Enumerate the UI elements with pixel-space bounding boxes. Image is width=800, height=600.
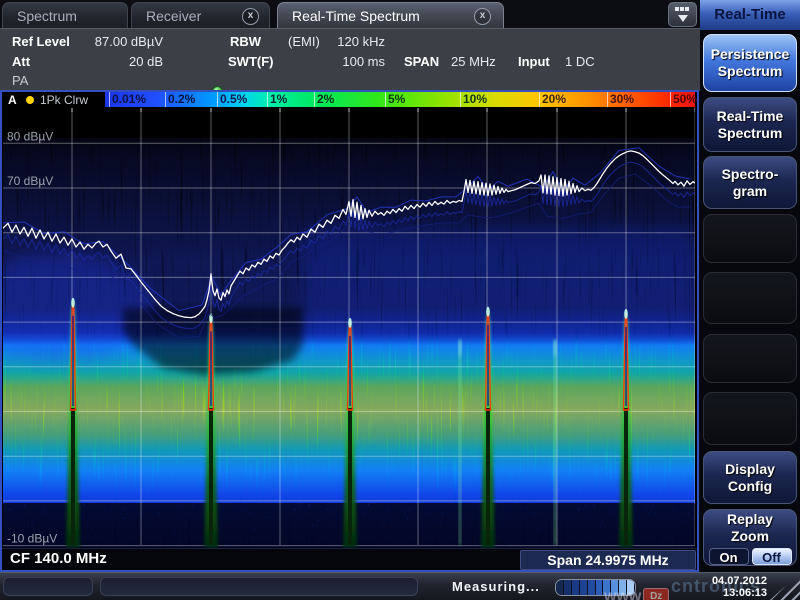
scale-tick xyxy=(385,92,386,107)
softkey-sidebar: Real-Time Persistence Spectrum Real-Time… xyxy=(700,0,800,572)
softkey-empty-4 xyxy=(703,392,797,445)
watermark-logo-icon: Dz xyxy=(643,588,669,600)
trace-color-dot xyxy=(26,96,34,104)
softkey-real-time-spectrum[interactable]: Real-Time Spectrum xyxy=(703,97,797,152)
svg-text:-10 dBµV: -10 dBµV xyxy=(7,532,57,546)
scale-tick xyxy=(109,92,110,107)
input-value[interactable]: 1 DC xyxy=(565,54,595,69)
input-label: Input xyxy=(518,54,550,69)
close-icon[interactable]: x xyxy=(242,8,259,25)
att-label: Att xyxy=(12,54,30,69)
tab-list-icon xyxy=(675,7,689,11)
transducer-indicator: PA xyxy=(12,73,28,88)
ref-level-label: Ref Level xyxy=(12,34,70,49)
softkey-label: Spectrum xyxy=(718,63,783,80)
svg-text:80 dBµV: 80 dBµV xyxy=(7,129,53,143)
softkey-label: Display xyxy=(725,461,775,478)
ref-level-value[interactable]: 87.00 dBµV xyxy=(67,34,163,49)
scale-label: 50% xyxy=(673,92,697,106)
instrument-screen: Spectrum Receiver x Real-Time Spectrum x… xyxy=(0,0,800,600)
softkey-label: Spectro- xyxy=(722,166,779,183)
softkey-label: Persistence xyxy=(711,46,790,63)
chevron-down-icon xyxy=(678,15,688,22)
center-frequency[interactable]: CF 140.0 MHz xyxy=(10,550,107,567)
scale-tick xyxy=(267,92,268,107)
frequency-axis-bar: CF 140.0 MHz Span 24.9975 MHz xyxy=(2,548,697,570)
time-text: 13:06:13 xyxy=(712,587,767,599)
tab-real-time-spectrum[interactable]: Real-Time Spectrum x xyxy=(277,2,504,28)
replay-zoom-off-toggle[interactable]: Off xyxy=(752,548,792,565)
softkey-replay-zoom[interactable]: Replay Zoom On Off xyxy=(703,509,797,566)
scale-label: 0.5% xyxy=(220,92,247,106)
softkey-empty-2 xyxy=(703,272,797,324)
rbw-label: RBW xyxy=(230,34,261,49)
scale-label: 10% xyxy=(463,92,487,106)
window-letter: A xyxy=(8,93,17,107)
span-label: SPAN xyxy=(404,54,439,69)
softkey-persistence-spectrum[interactable]: Persistence Spectrum xyxy=(703,34,797,92)
scale-label: 1% xyxy=(270,92,287,106)
softkey-label: Spectrum xyxy=(718,125,783,142)
measurement-status: Measuring... xyxy=(452,579,540,594)
softkey-label: Zoom xyxy=(731,528,769,545)
date-time: 04.07.2012 13:06:13 xyxy=(712,575,767,599)
status-bar: Measuring... www Dz cntronics com 04.07.… xyxy=(0,572,800,600)
tab-bar: Spectrum Receiver x Real-Time Spectrum x xyxy=(0,0,700,30)
softkey-empty-1 xyxy=(703,214,797,263)
scale-label: 30% xyxy=(610,92,634,106)
swt-value[interactable]: 100 ms xyxy=(300,54,385,69)
span-readout[interactable]: Span 24.9975 MHz xyxy=(520,550,696,570)
softkey-empty-3 xyxy=(703,334,797,383)
scale-label: 5% xyxy=(388,92,405,106)
measurement-diagram: A 1Pk Clrw 0.01% 0.2% 0.5% 1% 2% 5% 10% 20% 30% 5… xyxy=(0,90,699,572)
rbw-value[interactable]: 120 kHz xyxy=(300,34,385,49)
scale-tick xyxy=(217,92,218,107)
softkey-label: Real-Time xyxy=(717,108,784,125)
sweep-progress-bar xyxy=(555,579,636,596)
att-value[interactable]: 20 dB xyxy=(67,54,163,69)
scale-tick xyxy=(607,92,608,107)
density-color-scale: 0.01% 0.2% 0.5% 1% 2% 5% 10% 20% 30% 50% xyxy=(105,92,695,107)
tab-label: Real-Time Spectrum xyxy=(292,8,420,24)
svg-text:70 dBµV: 70 dBµV xyxy=(7,174,53,188)
softkey-label: gram xyxy=(733,183,767,200)
softkey-spectrogram[interactable]: Spectro- gram xyxy=(703,156,797,209)
scale-label: 2% xyxy=(317,92,334,106)
softkey-menu-title: Real-Time xyxy=(700,0,800,30)
softkey-label: Replay xyxy=(727,511,773,528)
scale-tick xyxy=(539,92,540,107)
tab-label: Spectrum xyxy=(17,8,77,24)
tab-receiver[interactable]: Receiver x xyxy=(131,2,270,28)
status-field-2 xyxy=(100,577,418,596)
replay-zoom-on-toggle[interactable]: On xyxy=(709,548,749,565)
trace-info-row: A 1Pk Clrw 0.01% 0.2% 0.5% 1% 2% 5% 10% 20% 30% 5… xyxy=(2,92,697,108)
softkey-label: Config xyxy=(728,478,772,495)
settings-header: Ref Level 87.00 dBµV RBW (EMI) 120 kHz A… xyxy=(0,28,700,91)
softkey-display-config[interactable]: Display Config xyxy=(703,451,797,504)
scale-label: 0.2% xyxy=(168,92,195,106)
close-icon[interactable]: x xyxy=(474,8,491,25)
tab-label: Receiver xyxy=(146,8,201,24)
scale-tick xyxy=(670,92,671,107)
scale-tick xyxy=(314,92,315,107)
swt-label: SWT(F) xyxy=(228,54,273,69)
spectrum-plot[interactable]: 80 dBµV 70 dBµV -10 dBµV xyxy=(3,108,695,548)
tab-overflow-button[interactable] xyxy=(668,2,697,27)
scale-tick xyxy=(460,92,461,107)
scale-label: 0.01% xyxy=(112,92,146,106)
trace-mode-label[interactable]: 1Pk Clrw xyxy=(40,93,88,107)
scale-tick xyxy=(165,92,166,107)
date-text: 04.07.2012 xyxy=(712,575,767,587)
tab-spectrum[interactable]: Spectrum xyxy=(2,2,128,28)
resize-grip-icon[interactable] xyxy=(769,573,800,600)
span-value[interactable]: 25 MHz xyxy=(451,54,496,69)
scale-label: 20% xyxy=(542,92,566,106)
status-field-1 xyxy=(3,577,93,596)
